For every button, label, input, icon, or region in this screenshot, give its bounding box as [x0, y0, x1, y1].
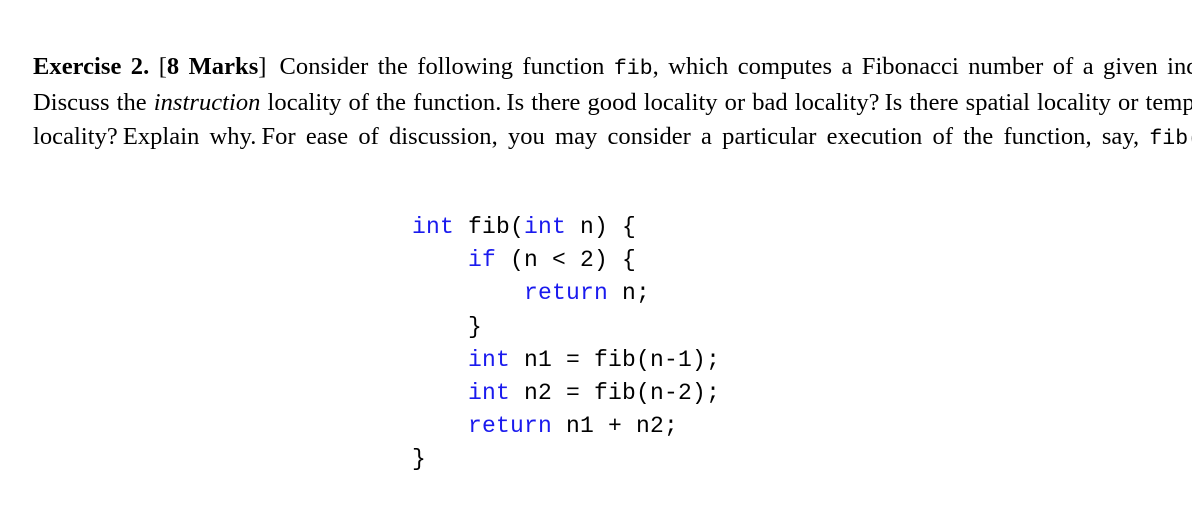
- code-keyword: return: [524, 280, 609, 307]
- statement-text-7: Explain why.: [122, 122, 257, 150]
- statement-text-8: For ease of discussion, you may consider…: [261, 122, 1150, 150]
- code-keyword: int: [468, 346, 511, 373]
- code-listing-fib: int fib(int n) { if (n < 2) { return n; …: [412, 211, 720, 477]
- code-line: return n1 + n2;: [412, 410, 720, 443]
- code-line: }: [412, 443, 720, 476]
- code-line: int fib(int n) {: [412, 211, 720, 244]
- code-line: if (n < 2) {: [412, 244, 720, 277]
- code-keyword: if: [468, 247, 497, 274]
- statement-text-2: , which computes a Fibonacci number of a…: [652, 52, 1192, 80]
- code-keyword: int: [468, 379, 511, 406]
- code-keyword: int: [524, 214, 567, 240]
- code-text: fib(: [454, 214, 525, 240]
- code-text: (n < 2) {: [496, 247, 637, 274]
- document-page: Exercise 2. [8 Marks] Consider the follow…: [0, 0, 1192, 508]
- inline-code-fib: fib: [613, 56, 653, 81]
- marks-value: 8 Marks: [166, 52, 259, 80]
- code-keyword: int: [412, 214, 455, 240]
- code-text: n) {: [566, 214, 637, 240]
- code-text: }: [412, 446, 427, 473]
- statement-emphasis-instruction: instruction: [153, 89, 261, 116]
- exercise-statement: Exercise 2. [8 Marks] Consider the follow…: [33, 50, 1192, 190]
- code-text: n;: [608, 280, 651, 307]
- code-line: int n1 = fib(n-1);: [412, 344, 720, 377]
- code-text: n2 = fib(n-2);: [510, 379, 721, 406]
- code-text: n1 + n2;: [552, 413, 679, 440]
- code-keyword: return: [468, 413, 553, 440]
- inline-code-fib-4: fib(4): [1149, 126, 1192, 151]
- statement-text-1: Consider the following function: [279, 52, 614, 80]
- statement-text-3: Discuss the: [33, 89, 154, 116]
- marks-close-bracket: ]: [258, 52, 267, 80]
- statement-text-5: Is there good locality or bad locality?: [506, 89, 880, 116]
- exercise-label: Exercise 2.: [33, 52, 150, 80]
- statement-space: [149, 53, 158, 80]
- code-text: n1 = fib(n-1);: [510, 346, 721, 373]
- code-line: return n;: [412, 277, 720, 310]
- code-text: }: [468, 313, 483, 340]
- statement-text-4: locality of the function.: [260, 89, 502, 116]
- marks-open-bracket: [: [158, 52, 167, 80]
- code-line: }: [412, 311, 720, 344]
- code-line: int n2 = fib(n-2);: [412, 377, 720, 410]
